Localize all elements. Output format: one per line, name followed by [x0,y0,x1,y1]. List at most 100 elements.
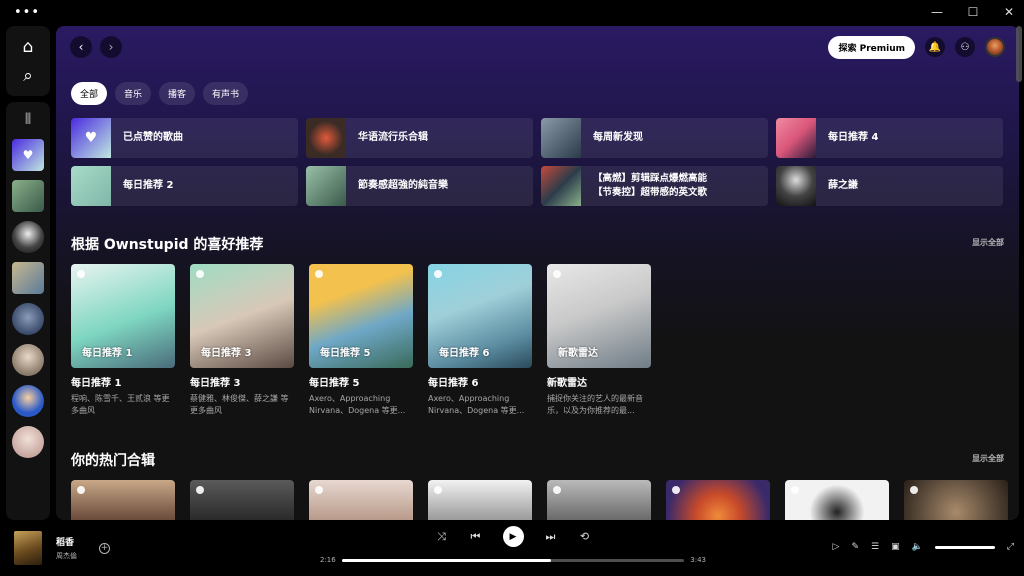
shortcut-item[interactable]: 薛之謙 [776,166,1003,206]
shuffle-icon[interactable]: ⤨ [435,530,449,544]
search-icon[interactable]: ⌕ [23,66,33,86]
heart-icon: ♥ [84,130,98,146]
library-panel: ⫴ ♥ [6,102,50,520]
add-to-library-icon[interactable]: + [99,542,110,554]
spotify-icon [553,486,561,494]
playlist-card[interactable]: 每日推荐 3 每日推荐 3 蔡健雅、林俊傑、薛之謙 等更多曲风 [190,264,294,417]
cover-label: 每日推荐 3 [201,348,252,359]
spotify-icon [196,270,204,278]
library-item[interactable] [12,180,44,212]
shortcut-label: 每周新发现 [593,132,643,143]
progress-bar[interactable] [341,558,685,562]
top-bar: ‹ › 探索 Premium 🔔 ⚇ [70,35,1005,59]
now-playing-view-icon[interactable]: ▷ [833,542,840,552]
playlist-card[interactable]: 每日推荐 5 每日推荐 5 Axero、Approaching Nirvana、… [309,264,413,417]
mix-card[interactable] [785,480,889,520]
mix-card[interactable] [666,480,770,520]
show-all-link[interactable]: 显示全部 [972,237,1004,248]
shortcut-item[interactable]: 節奏感超強的純音樂 [306,166,533,206]
extra-controls: ▷ ✎ ☰ ▣ 🔈 ⤢ [833,542,1014,552]
shortcut-label: 薛之謙 [828,180,858,191]
menu-dots-icon[interactable]: ••• [14,5,40,20]
spotify-icon [434,270,442,278]
mix-card[interactable] [904,480,1008,520]
shortcut-item[interactable]: ♥ 已点赞的歌曲 [71,118,298,158]
now-playing-meta: 稻香 周杰倫 [56,535,77,561]
chip-music[interactable]: 音乐 [115,82,152,105]
section-title: 根据 Ownstupid 的喜好推荐 [71,237,264,253]
connect-device-icon[interactable]: ▣ [891,542,900,552]
previous-icon[interactable]: ⏮ [469,530,483,544]
library-item[interactable] [12,344,44,376]
now-playing-art[interactable] [14,531,42,565]
main-scrollbar[interactable] [1016,26,1022,82]
forward-button[interactable]: › [100,36,122,58]
track-title[interactable]: 稻香 [56,535,77,548]
playlist-card[interactable]: 新歌雷达 新歌雷达 捕捉你关注的艺人的最新音乐，以及为你推荐的最... [547,264,651,417]
playlist-card[interactable]: 每日推荐 6 每日推荐 6 Axero、Approaching Nirvana、… [428,264,532,417]
top-actions: 探索 Premium 🔔 ⚇ [828,35,1005,59]
shortcut-item[interactable]: 每日推荐 2 [71,166,298,206]
shortcut-item[interactable]: 华语流行乐合辑 [306,118,533,158]
show-all-link[interactable]: 显示全部 [972,453,1004,464]
chip-audiobooks[interactable]: 有声书 [203,82,249,105]
shortcut-item[interactable]: 每周新发现 [541,118,768,158]
card-title: 每日推荐 6 [428,378,479,389]
shortcut-art [306,166,346,206]
chip-all[interactable]: 全部 [71,82,108,105]
shortcut-art [776,118,816,158]
repeat-icon[interactable]: ⟲ [578,530,592,543]
back-button[interactable]: ‹ [70,36,92,58]
spotify-icon [315,270,323,278]
shortcut-art [541,118,581,158]
library-item[interactable] [12,385,44,417]
progress-row: 2:16 3:43 [320,556,706,564]
mix-card[interactable] [547,480,651,520]
friends-icon[interactable]: ⚇ [955,37,975,57]
title-bar: ••• — ☐ ✕ [0,0,1024,24]
chip-podcasts[interactable]: 播客 [159,82,196,105]
home-icon[interactable]: ⌂ [23,37,34,57]
library-item[interactable] [12,303,44,335]
shortcut-item[interactable]: 每日推荐 4 [776,118,1003,158]
spotify-icon [791,486,799,494]
close-icon[interactable]: ✕ [1002,5,1016,19]
library-item[interactable] [12,262,44,294]
shortcut-label: 华语流行乐合辑 [358,132,428,143]
shortcut-label: 【高燃】剪辑踩点爆燃高能 【节奏控】超带感的英文歌 [593,173,708,198]
card-subtitle: Axero、Approaching Nirvana、Dogena 等更... [428,394,525,415]
queue-icon[interactable]: ☰ [871,542,879,552]
avatar[interactable] [985,37,1005,57]
card-title: 每日推荐 3 [190,378,241,389]
explore-premium-button[interactable]: 探索 Premium [828,35,915,59]
spotify-icon [553,270,561,278]
library-item[interactable] [12,221,44,253]
maximize-icon[interactable]: ☐ [966,5,980,19]
shortcut-art [776,166,816,206]
lyrics-icon[interactable]: ✎ [851,542,859,552]
shortcut-art [541,166,581,206]
library-item[interactable] [12,426,44,458]
bell-icon[interactable]: 🔔 [925,37,945,57]
volume-icon[interactable]: 🔈 [912,542,923,552]
mix-card[interactable] [190,480,294,520]
volume-slider[interactable] [934,545,995,549]
fullscreen-icon[interactable]: ⤢ [1007,542,1014,552]
mix-card[interactable] [309,480,413,520]
shortcut-item[interactable]: 【高燃】剪辑踩点爆燃高能 【节奏控】超带感的英文歌 [541,166,768,206]
control-buttons: ⤨ ⏮ ▶ ⏭ ⟲ [320,526,706,547]
nav-panel: ⌂ ⌕ [6,26,50,96]
mix-card[interactable] [428,480,532,520]
play-button[interactable]: ▶ [502,526,524,547]
track-artist[interactable]: 周杰倫 [56,551,77,561]
progress-fill [341,558,551,562]
shortcut-label: 節奏感超強的純音樂 [358,180,448,191]
liked-songs-thumb[interactable]: ♥ [12,139,44,171]
library-icon[interactable]: ⫴ [25,110,31,128]
minimize-icon[interactable]: — [930,5,944,19]
playlist-card[interactable]: 每日推荐 1 每日推荐 1 程响、陈雪千、王贰浪 等更多曲风 [71,264,175,417]
card-cover: 每日推荐 1 [71,264,175,368]
next-icon[interactable]: ⏭ [544,530,558,544]
mix-card[interactable] [71,480,175,520]
main-view: ‹ › 探索 Premium 🔔 ⚇ 全部 音乐 播客 有声书 ♥ 已点赞的歌曲… [56,26,1019,520]
